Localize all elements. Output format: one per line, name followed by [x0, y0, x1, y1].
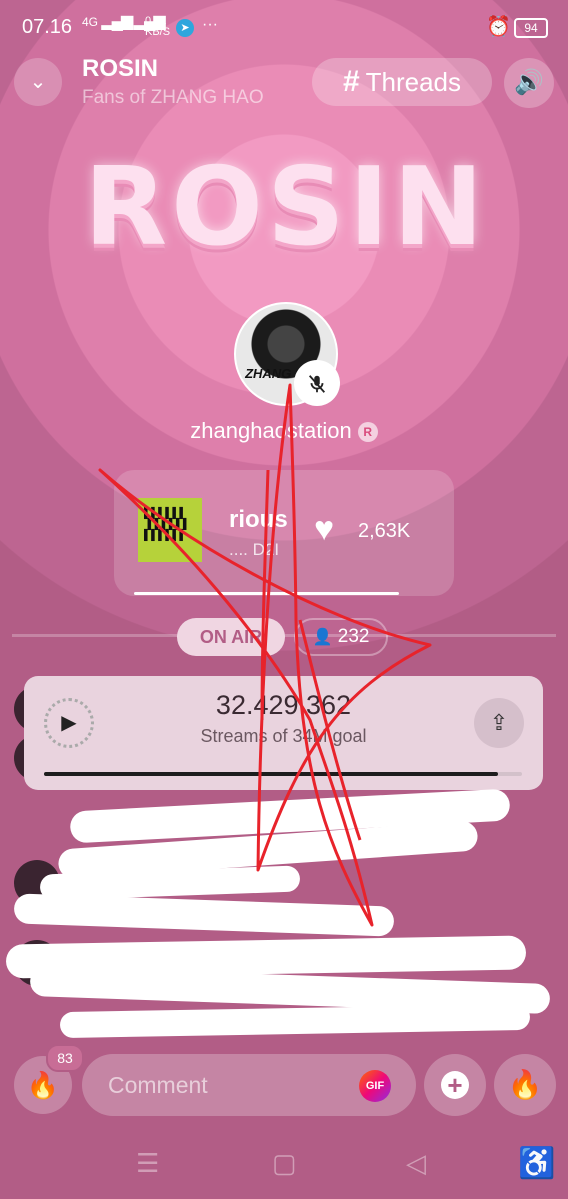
menu-icon[interactable]: ☰ — [136, 1148, 159, 1179]
accessibility-icon[interactable]: ♿ — [518, 1146, 555, 1181]
redaction-scribble — [59, 1003, 531, 1039]
song-artist: .... D2I — [229, 540, 280, 559]
speaker-icon: 🔊 — [514, 69, 544, 96]
now-playing-card[interactable]: ▌▌▌▌▌▌ ▐▐▐▐▐▐ ▌▌▌▌▌▌ rious .... D2I ♥ 2,63… — [114, 470, 454, 596]
mic-off-icon — [294, 360, 340, 406]
gif-button[interactable]: GIF — [359, 1070, 391, 1102]
collapse-button[interactable]: ⌄ — [14, 58, 62, 106]
back-icon[interactable]: ◁ — [406, 1148, 426, 1179]
system-nav-bar: ☰ ▢ ◁ ♿ — [0, 1138, 568, 1188]
stream-progress — [44, 772, 522, 776]
room-title: ROSIN — [82, 55, 159, 82]
home-icon[interactable]: ▢ — [272, 1148, 297, 1179]
status-bar: 07.16 4G ▂▄▆ ▂▄▆ 0.21 KB/S ➤ ··· ⏰ 94 — [0, 0, 568, 58]
listener-count: 232 — [337, 626, 370, 647]
host-name-row[interactable]: zhanghaostation R — [0, 418, 568, 444]
more-notifications: ··· — [202, 16, 218, 33]
stream-goal: Streams of 34M goal — [200, 726, 367, 746]
add-button[interactable]: + — [424, 1054, 486, 1116]
host-name: zhanghaostation — [190, 418, 352, 443]
plus-icon: + — [441, 1070, 469, 1099]
alarm-icon: ⏰ — [486, 16, 511, 38]
status-time: 07.16 — [22, 16, 73, 38]
bottom-action-bar: 🔥 83 Comment GIF + 🔥 — [0, 1044, 568, 1118]
room-logo: ROSIN — [84, 145, 488, 270]
network-speed: 0.21 KB/S — [145, 15, 171, 38]
telegram-icon: ➤ — [176, 19, 194, 37]
heart-icon[interactable]: ♥ — [314, 510, 334, 549]
listener-count-button[interactable]: 👤 232 — [294, 618, 388, 656]
share-button[interactable]: ⇪ — [474, 698, 524, 748]
share-icon: ⇪ — [489, 710, 509, 735]
song-title: rious — [229, 506, 288, 533]
chevron-down-icon: ⌄ — [29, 71, 47, 93]
like-count: 2,63K — [358, 520, 411, 542]
react-fire-button[interactable]: 🔥 — [494, 1054, 556, 1116]
speaker-button[interactable]: 🔊 — [504, 58, 554, 108]
song-progress — [134, 592, 400, 595]
redaction-scribble — [13, 893, 395, 937]
battery-indicator: 94 — [514, 18, 548, 38]
stream-progress-fill — [44, 772, 499, 776]
threads-button[interactable]: # Threads — [312, 58, 492, 106]
person-icon: 👤 — [312, 629, 333, 646]
hash-icon: # — [342, 65, 360, 98]
fire-count: 83 — [46, 1044, 84, 1072]
stream-count: 32.429.362 — [215, 690, 352, 720]
album-art: ▌▌▌▌▌▌ ▐▐▐▐▐▐ ▌▌▌▌▌▌ — [138, 498, 202, 562]
fire-icon: 🔥 — [507, 1069, 543, 1100]
room-subtitle: Fans of ZHANG HAO — [82, 87, 264, 108]
fire-icon: 🔥 — [26, 1070, 60, 1100]
streams-goal-card: ▶ 32.429.362 Streams of 34M goal ⇪ — [24, 676, 543, 790]
comment-placeholder: Comment — [108, 1072, 208, 1098]
on-air-badge: ON AIR — [177, 618, 285, 656]
host-badge: R — [357, 422, 378, 442]
